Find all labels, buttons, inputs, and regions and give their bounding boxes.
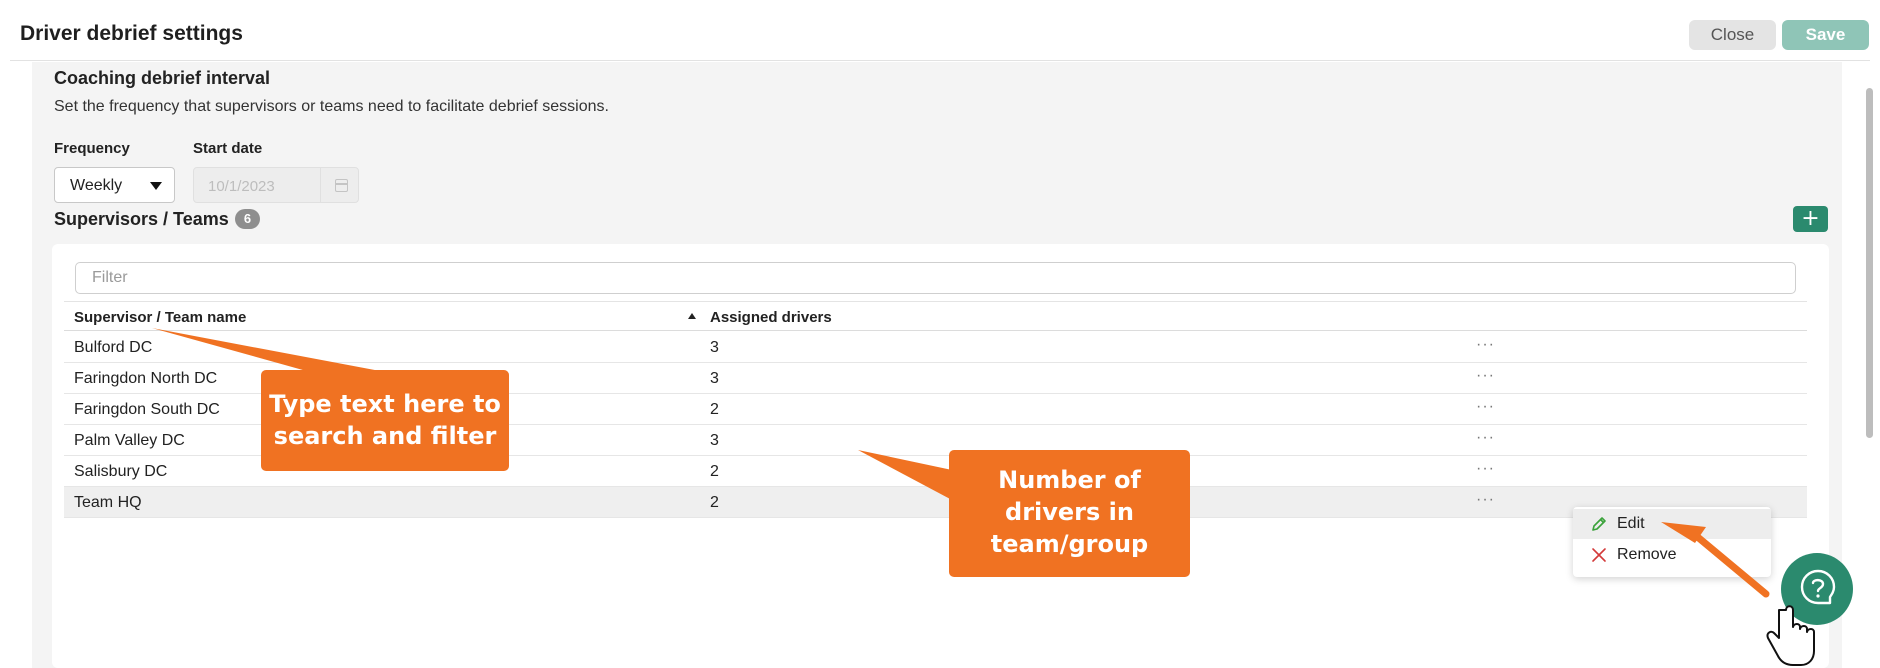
more-options-icon[interactable]: ··· [1476,367,1495,385]
interval-section-title: Coaching debrief interval [54,68,271,88]
dialog-title: Driver debrief settings [20,22,243,45]
row-context-menu: Edit Remove [1573,507,1771,577]
team-name: Bulford DC [74,339,153,356]
team-name: Faringdon South DC [74,401,220,418]
add-team-button[interactable]: + [1793,206,1828,232]
table-row[interactable]: Team HQ 2 ··· [64,487,1807,518]
teams-count-badge: 6 [235,209,260,229]
assigned-count: 3 [710,339,719,356]
table-row[interactable]: Bulford DC 3 ··· [64,332,1807,363]
menu-item-remove[interactable]: Remove [1573,540,1771,570]
drivers-hint-line: drivers in [1005,498,1134,526]
caret-down-icon [150,182,162,190]
start-date-label: Start date [193,140,263,157]
interval-description: Set the frequency that supervisors or te… [54,98,609,115]
assigned-count: 2 [710,401,719,418]
team-name: Salisbury DC [74,463,168,480]
assigned-count: 2 [710,463,719,480]
close-icon [1592,548,1606,562]
date-divider [320,168,321,202]
more-options-icon[interactable]: ··· [1476,491,1495,509]
scrollbar-thumb[interactable] [1866,88,1873,438]
frequency-select[interactable]: Weekly [54,167,175,203]
team-name: Palm Valley DC [74,432,185,449]
start-date-value: 10/1/2023 [208,178,275,195]
settings-panel: Coaching debrief interval Set the freque… [32,62,1842,668]
more-options-icon[interactable]: ··· [1476,398,1495,416]
filter-hint-line: Type text here to [269,390,501,418]
dialog-header: Driver debrief settings Close Save [10,10,1870,61]
filter-input[interactable] [75,262,1796,294]
drivers-hint-line: team/group [990,530,1149,558]
page: Driver debrief settings Close Save Coach… [0,0,1880,668]
save-button[interactable]: Save [1782,20,1869,50]
more-options-icon[interactable]: ··· [1476,429,1495,447]
start-date-input[interactable]: 10/1/2023 [193,167,359,203]
pencil-icon [1592,517,1606,531]
frequency-value: Weekly [70,177,123,194]
filter-hint-line: search and filter [273,422,497,450]
menu-item-remove-label: Remove [1617,546,1677,563]
sort-ascending-icon[interactable] [688,313,696,319]
assigned-count: 3 [710,432,719,449]
more-options-icon[interactable]: ··· [1476,336,1495,354]
menu-item-edit[interactable]: Edit [1573,509,1771,539]
team-name: Faringdon North DC [74,370,218,387]
column-header-name[interactable]: Supervisor / Team name [74,309,246,326]
frequency-label: Frequency [54,140,130,157]
close-button[interactable]: Close [1689,20,1776,50]
drivers-hint-callout: Number of drivers in team/group [949,450,1190,577]
assigned-count: 3 [710,370,719,387]
drivers-hint-line: Number of [998,466,1141,494]
table-header: Supervisor / Team name Assigned drivers [64,301,1807,331]
calendar-icon[interactable] [335,179,348,192]
column-header-assigned[interactable]: Assigned drivers [710,309,832,326]
help-chat-button[interactable] [1781,553,1853,625]
help-bubble-icon [1800,569,1836,605]
teams-section-title: Supervisors / Teams [54,209,229,229]
assigned-count: 2 [710,494,719,511]
more-options-icon[interactable]: ··· [1476,460,1495,478]
filter-hint-callout: Type text here to search and filter [261,370,509,471]
team-name: Team HQ [74,494,142,511]
menu-item-edit-label: Edit [1617,515,1645,532]
